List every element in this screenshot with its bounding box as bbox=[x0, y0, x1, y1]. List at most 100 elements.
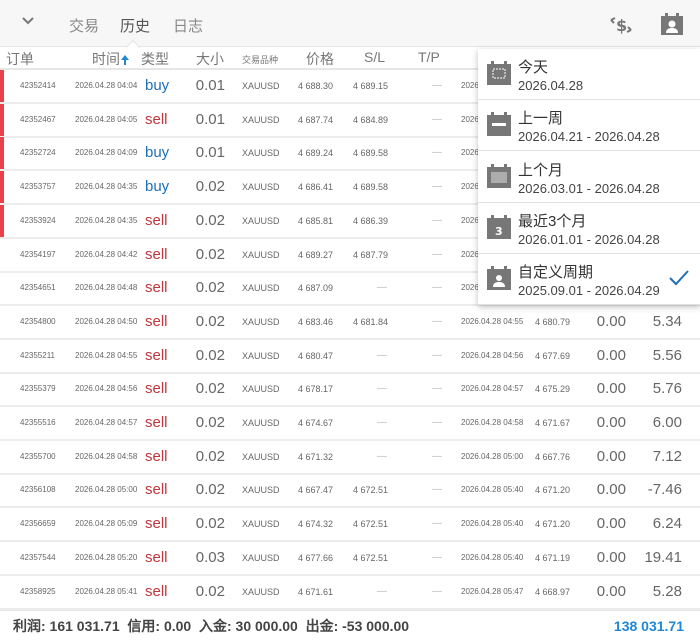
table-row[interactable]: sell 42355516 2026.04.28 04:57 0.02 XAUUSD 4 … bbox=[0, 407, 700, 441]
cell-time: 2026.04.28 04:58 bbox=[75, 451, 138, 461]
cell-tp: — bbox=[432, 484, 442, 496]
col-order[interactable]: 订单 bbox=[6, 49, 34, 69]
tab-journal[interactable]: 日志 bbox=[173, 15, 203, 36]
col-time[interactable]: 时间 bbox=[92, 49, 120, 69]
cell-price: 4 688.30 bbox=[297, 81, 333, 91]
table-row[interactable]: sell 42354800 2026.04.28 04:50 0.02 XAUUSD 4 … bbox=[0, 306, 700, 340]
col-symbol[interactable]: 交易品种 bbox=[242, 53, 278, 66]
cell-symbol: XAUUSD bbox=[242, 384, 280, 395]
period-label: 最近3个月 bbox=[518, 212, 587, 230]
cell-type: sell bbox=[145, 447, 168, 465]
cell-type: sell bbox=[145, 414, 168, 431]
calendar-day-icon bbox=[487, 61, 511, 85]
cell-close-time: 2026 bbox=[461, 249, 479, 259]
cell-close-time: 2026.04.28 05:40 bbox=[461, 552, 524, 562]
period-option[interactable]: 上一周 2026.04.21 - 2026.04.28 bbox=[478, 100, 700, 152]
period-label: 今天 bbox=[518, 59, 549, 76]
cell-close-time: 2026.04.28 04:58 bbox=[461, 418, 524, 427]
cell-time: 2026.04.28 04:05 bbox=[75, 114, 138, 124]
cell-sl: 4 672.51 bbox=[352, 552, 388, 563]
cell-order: 42356659 bbox=[20, 519, 56, 529]
tab-trade[interactable]: 交易 bbox=[69, 15, 99, 36]
cell-type: sell bbox=[145, 279, 168, 297]
cell-size: 0.02 bbox=[195, 582, 225, 600]
cell-price: 4 671.32 bbox=[297, 451, 333, 462]
period-range: 2025.09.01 - 2026.04.29 bbox=[518, 283, 660, 299]
table-row[interactable]: sell 42355700 2026.04.28 04:58 0.02 XAUUSD 4 … bbox=[0, 441, 700, 475]
cell-size: 0.01 bbox=[195, 77, 225, 94]
cell-sl: — bbox=[377, 417, 387, 428]
cell-close-time: 2026.04.28 05:40 bbox=[461, 519, 524, 529]
cell-profit: 19.41 bbox=[644, 548, 682, 566]
cell-tp: — bbox=[432, 315, 442, 327]
cell-time: 2026.04.28 04:35 bbox=[75, 182, 138, 192]
cell-close-price: 4 675.29 bbox=[534, 384, 570, 395]
cell-type: buy bbox=[145, 144, 170, 162]
table-row[interactable]: sell 42357544 2026.04.28 05:20 0.03 XAUUSD 4 … bbox=[0, 542, 700, 576]
calendar-person-icon[interactable] bbox=[660, 12, 684, 36]
cell-sl: 4 689.58 bbox=[352, 148, 388, 159]
cell-close-time: 2026.04.28 05:40 bbox=[461, 485, 524, 495]
cell-close-time: 2026.04.28 05:00 bbox=[461, 451, 524, 461]
cell-swap: 0.00 bbox=[596, 414, 626, 431]
cell-profit: 6.00 bbox=[652, 414, 682, 431]
currency-exchange-icon[interactable]: $ bbox=[608, 12, 634, 38]
cell-price: 4 674.67 bbox=[297, 418, 333, 428]
period-option[interactable]: 3 最近3个月 2026.01.01 - 2026.04.28 bbox=[478, 203, 700, 254]
period-option[interactable]: 今天 2026.04.28 bbox=[478, 49, 700, 100]
col-size[interactable]: 大小 bbox=[196, 49, 224, 69]
cell-size: 0.02 bbox=[195, 211, 225, 229]
cell-time: 2026.04.28 04:09 bbox=[75, 148, 138, 158]
cell-close-price: 4 677.69 bbox=[534, 350, 570, 361]
col-type[interactable]: 类型 bbox=[141, 49, 169, 69]
col-tp[interactable]: T/P bbox=[418, 49, 440, 65]
cell-symbol: XAUUSD bbox=[242, 552, 280, 563]
cell-swap: 0.00 bbox=[596, 346, 626, 364]
cell-swap: 0.00 bbox=[596, 548, 626, 566]
col-sl[interactable]: S/L bbox=[364, 49, 385, 65]
cell-price: 4 686.41 bbox=[297, 182, 333, 193]
cell-order: 42357544 bbox=[20, 552, 56, 562]
cell-symbol: XAUUSD bbox=[242, 418, 280, 428]
cell-price: 4 687.09 bbox=[297, 283, 333, 294]
period-label: 上一周 bbox=[518, 110, 564, 128]
cell-price: 4 680.47 bbox=[297, 350, 333, 361]
cell-tp: — bbox=[432, 181, 442, 193]
table-row[interactable]: sell 42358925 2026.04.28 05:41 0.02 XAUUSD 4 … bbox=[0, 576, 700, 610]
cell-sl: 4 672.51 bbox=[352, 485, 388, 496]
cell-order: 42356108 bbox=[20, 485, 56, 495]
cell-sl: — bbox=[377, 349, 387, 361]
cell-sl: 4 684.89 bbox=[352, 114, 388, 125]
cell-order: 42355379 bbox=[20, 384, 56, 394]
cell-swap: 0.00 bbox=[596, 515, 626, 533]
table-row[interactable]: sell 42355379 2026.04.28 04:56 0.02 XAUUSD 4 … bbox=[0, 373, 700, 408]
cell-symbol: XAUUSD bbox=[242, 485, 280, 496]
cell-close-price: 4 667.76 bbox=[534, 451, 570, 462]
cell-time: 2026.04.28 05:41 bbox=[75, 586, 138, 596]
svg-text:$: $ bbox=[616, 16, 627, 35]
cell-close-price: 4 680.79 bbox=[534, 316, 570, 327]
period-option[interactable]: 自定义周期 2025.09.01 - 2026.04.29 bbox=[478, 254, 700, 306]
cell-size: 0.01 bbox=[195, 144, 225, 162]
row-marker bbox=[0, 171, 4, 204]
tab-history[interactable]: 历史 bbox=[120, 15, 150, 36]
period-option[interactable]: 上个月 2026.03.01 - 2026.04.28 bbox=[478, 152, 700, 203]
cell-size: 0.02 bbox=[195, 380, 225, 398]
table-row[interactable]: sell 42356108 2026.04.28 05:00 0.02 XAUUSD 4 … bbox=[0, 474, 700, 509]
period-range: 2026.03.01 - 2026.04.28 bbox=[518, 180, 660, 196]
cell-order: 42352467 bbox=[20, 114, 56, 124]
cell-symbol: XAUUSD bbox=[242, 81, 280, 91]
col-price[interactable]: 价格 bbox=[306, 49, 334, 69]
cell-swap: 0.00 bbox=[596, 447, 626, 465]
cell-type: sell bbox=[145, 346, 168, 364]
table-row[interactable]: sell 42356659 2026.04.28 05:09 0.02 XAUUSD 4 … bbox=[0, 508, 700, 543]
cell-profit: 6.24 bbox=[652, 515, 682, 533]
cell-size: 0.02 bbox=[195, 414, 225, 431]
cell-close-time: 2026 bbox=[461, 81, 479, 90]
period-range: 2026.04.21 - 2026.04.28 bbox=[518, 129, 660, 145]
cell-price: 4 683.46 bbox=[297, 316, 333, 327]
chevron-down-icon[interactable] bbox=[20, 13, 36, 29]
table-row[interactable]: sell 42355211 2026.04.28 04:55 0.02 XAUUSD 4 … bbox=[0, 340, 700, 374]
cell-sl: — bbox=[377, 383, 387, 395]
cell-close-price: 4 671.20 bbox=[534, 485, 570, 496]
